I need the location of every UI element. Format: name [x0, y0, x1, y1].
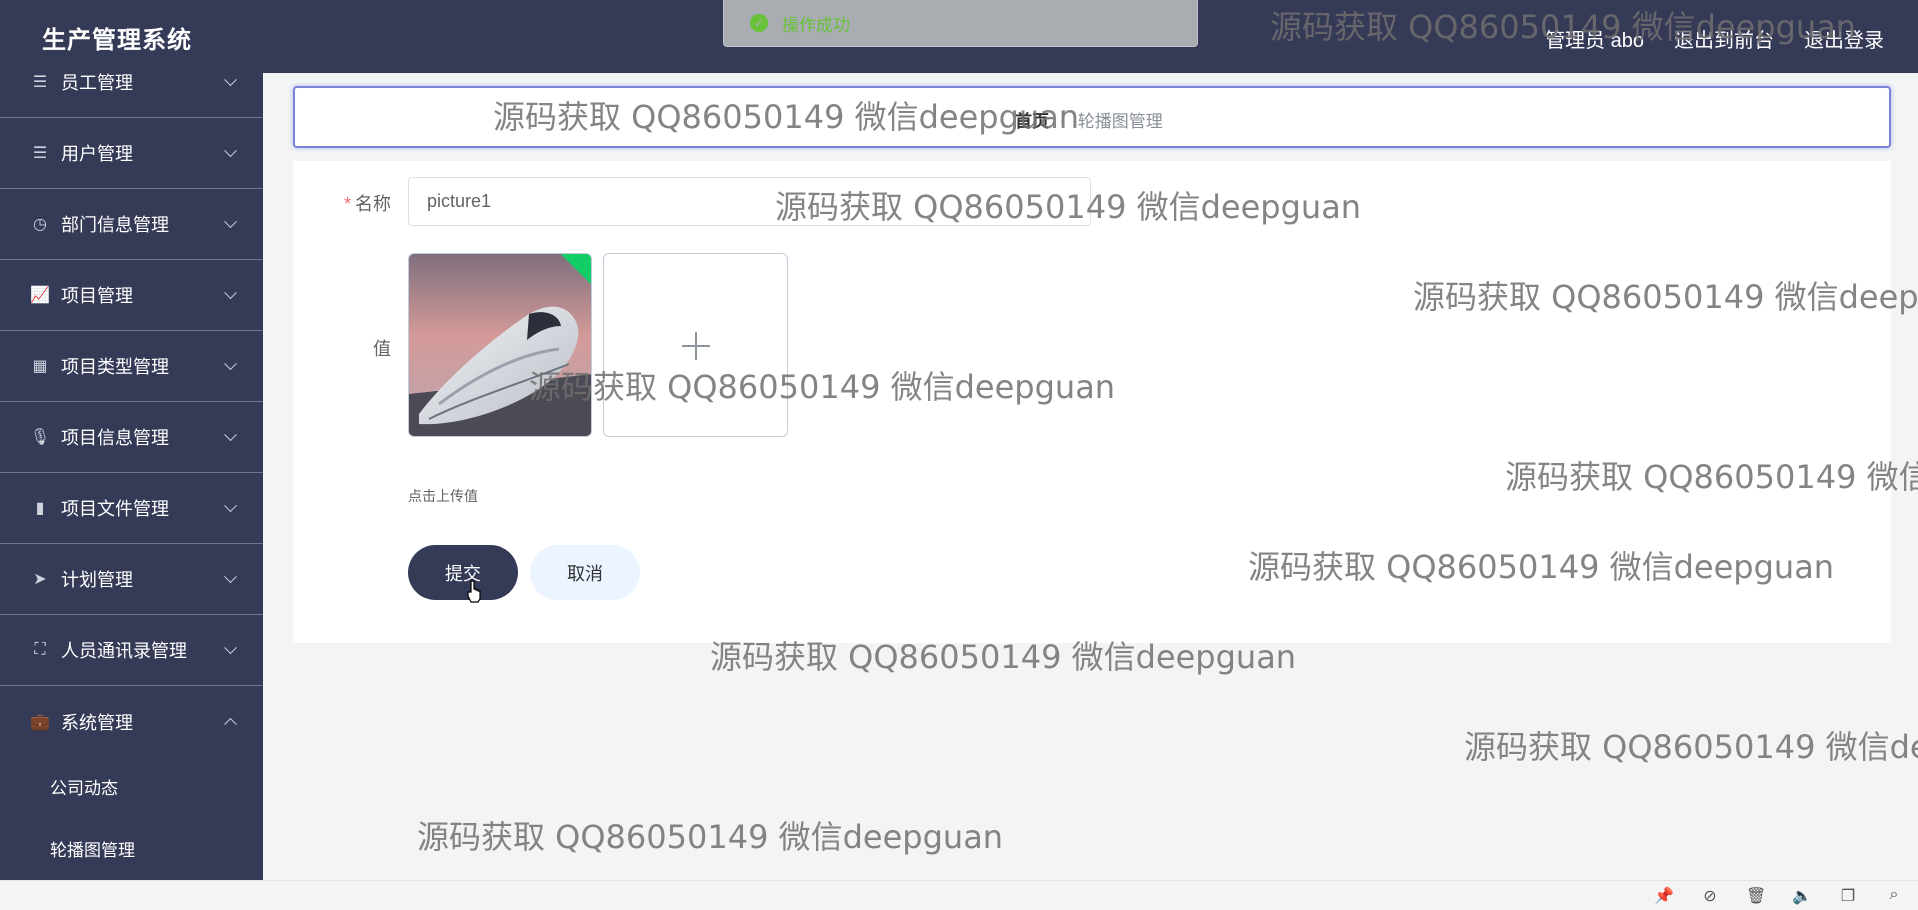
browser-status-bar: 📌 ⊘ 🗑 🔈 ❐ ⌕: [0, 880, 1918, 910]
watermark: 源码获取 QQ86050149 微信deepguan: [417, 818, 1004, 856]
watermark: 源码获取 QQ86050149 微信deepguan: [1464, 728, 1918, 766]
sidebar-item-plans[interactable]: ➤ 计划管理: [0, 544, 263, 615]
name-input[interactable]: picture1: [408, 177, 1091, 226]
sidebar-item-department[interactable]: ◷ 部门信息管理: [0, 189, 263, 260]
paper-plane-icon: ➤: [33, 571, 47, 588]
current-user[interactable]: 管理员 abo: [1545, 24, 1644, 53]
toast-message: 操作成功: [782, 15, 850, 35]
train-image: [409, 254, 591, 436]
upload-add-button[interactable]: [603, 253, 788, 437]
cancel-button[interactable]: 取消: [530, 545, 640, 600]
briefcase-icon: 💼: [30, 713, 50, 731]
bar-chart-icon: ▮: [35, 500, 45, 517]
search-icon[interactable]: ⌕: [1884, 886, 1904, 906]
sidebar-item-project-types[interactable]: ▦ 项目类型管理: [0, 331, 263, 402]
sidebar-subitem-label: 公司动态: [50, 778, 118, 798]
uploaded-image-thumbnail[interactable]: ✓: [408, 253, 592, 437]
sidebar-item-label: 项目管理: [61, 286, 133, 306]
sidebar-subitem-label: 轮播图管理: [50, 840, 135, 860]
logout-link[interactable]: 退出登录: [1804, 24, 1884, 53]
list-icon: ☰: [32, 74, 48, 91]
sidebar-item-users[interactable]: ☰ 用户管理: [0, 118, 263, 189]
sidebar-subitem-company-news[interactable]: 公司动态: [0, 755, 263, 817]
chevron-down-icon: [224, 428, 237, 442]
header-actions: 管理员 abo 退出到前台 退出登录: [1545, 24, 1884, 53]
grid-icon: ▦: [32, 358, 48, 375]
plus-icon-vertical: [695, 332, 697, 360]
chevron-down-icon: [224, 215, 237, 229]
chevron-down-icon: [224, 357, 237, 371]
upload-tip: 点击上传值: [408, 488, 478, 504]
sidebar-item-label: 系统管理: [61, 712, 133, 733]
line-chart-icon: 📈: [30, 287, 50, 304]
clock-icon: ◷: [33, 216, 47, 233]
breadcrumb-home[interactable]: 首页: [1015, 107, 1049, 132]
window-icon[interactable]: ❐: [1838, 886, 1858, 906]
success-toast: ✓ 操作成功: [723, 0, 1198, 47]
full-screen-icon: ⛶: [34, 641, 46, 658]
sidebar-item-label: 部门信息管理: [61, 215, 169, 235]
sidebar: ☰ 员工管理 ☰ 用户管理 ◷ 部门信息管理 📈 项目管理 ▦ 项目类型管理 🎙…: [0, 73, 263, 880]
no-tracking-icon[interactable]: ⊘: [1700, 886, 1720, 906]
microphone-icon: 🎙: [29, 429, 51, 446]
breadcrumb: 首页 / 轮播图管理: [1015, 107, 1163, 132]
sidebar-item-contacts[interactable]: ⛶ 人员通讯录管理: [0, 615, 263, 686]
chevron-down-icon: [224, 286, 237, 300]
chevron-down-icon: [224, 641, 237, 655]
chevron-down-icon: [224, 144, 237, 158]
status-bar-icons: 📌 ⊘ 🗑 🔈 ❐ ⌕: [1654, 886, 1904, 906]
list-icon: ☰: [32, 145, 48, 162]
sidebar-item-label: 用户管理: [61, 144, 133, 164]
sidebar-item-project-files[interactable]: ▮ 项目文件管理: [0, 473, 263, 544]
back-to-front-link[interactable]: 退出到前台: [1674, 24, 1774, 53]
sidebar-item-label: 项目文件管理: [61, 499, 169, 519]
speaker-icon[interactable]: 🔈: [1792, 886, 1812, 906]
name-label: * 名称: [344, 190, 391, 216]
sidebar-subitem-carousel[interactable]: 轮播图管理: [0, 817, 263, 879]
chevron-up-icon: [224, 717, 237, 731]
sidebar-item-label: 人员通讯录管理: [61, 641, 187, 661]
sidebar-item-label: 计划管理: [61, 570, 133, 590]
check-icon: ✓: [589, 260, 592, 276]
required-asterisk: *: [344, 194, 352, 214]
sidebar-item-label: 员工管理: [61, 73, 133, 93]
pin-icon[interactable]: 📌: [1654, 886, 1674, 906]
name-label-text: 名称: [355, 194, 392, 214]
sidebar-item-projects[interactable]: 📈 项目管理: [0, 260, 263, 331]
sidebar-item-project-info[interactable]: 🎙 项目信息管理: [0, 402, 263, 473]
name-input-value: picture1: [427, 191, 492, 211]
app-title: 生产管理系统: [42, 27, 192, 54]
breadcrumb-separator: /: [1061, 107, 1066, 126]
sidebar-item-system[interactable]: 💼 系统管理: [0, 686, 263, 757]
sidebar-item-employee[interactable]: ☰ 员工管理: [0, 73, 263, 118]
pointer-cursor-icon: [467, 580, 481, 603]
value-label: 值: [373, 339, 391, 359]
sidebar-item-label: 项目类型管理: [61, 357, 169, 377]
breadcrumb-current: 轮播图管理: [1077, 112, 1163, 131]
submit-button[interactable]: 提交: [408, 545, 518, 600]
sidebar-item-label: 项目信息管理: [61, 428, 169, 448]
chevron-down-icon: [224, 499, 237, 513]
chevron-down-icon: [224, 73, 237, 87]
chevron-down-icon: [224, 570, 237, 584]
trash-icon[interactable]: 🗑: [1746, 886, 1766, 906]
success-check-icon: ✓: [750, 14, 768, 32]
